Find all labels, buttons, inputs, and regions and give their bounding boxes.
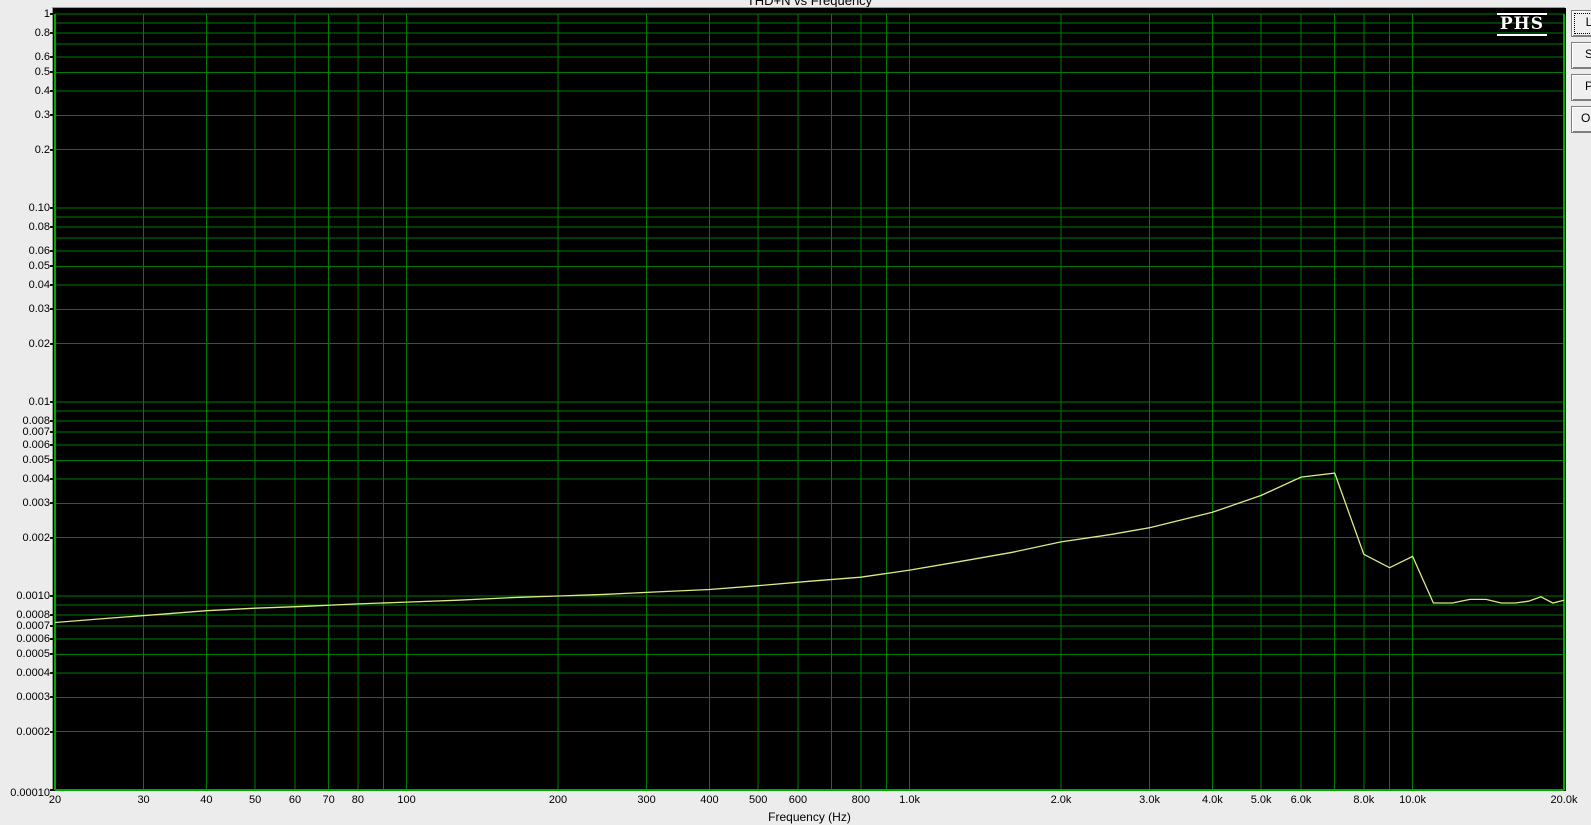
- side-button-4[interactable]: Op: [1571, 106, 1591, 133]
- x-tick-label: 800: [851, 794, 870, 806]
- x-tick-label: 500: [748, 794, 768, 806]
- y-axis-tick: [50, 431, 54, 434]
- y-axis-tick: [50, 459, 54, 462]
- y-tick-label: 0.0006: [16, 633, 50, 646]
- y-axis-tick: [50, 789, 54, 791]
- y-axis-tick: [50, 478, 54, 481]
- x-tick-label: 600: [788, 794, 808, 806]
- x-tick-label: 3.0k: [1139, 794, 1160, 806]
- phs-logo: PHS: [1496, 13, 1547, 36]
- y-tick-label: 0.0007: [16, 620, 50, 633]
- y-axis-tick: [50, 114, 54, 117]
- y-axis-tick: [50, 696, 54, 699]
- y-axis-tick: [50, 672, 54, 675]
- x-tick-label: 300: [637, 794, 656, 806]
- y-tick-label: 0.05: [28, 260, 50, 273]
- y-tick-label: 0.0008: [16, 608, 50, 621]
- x-tick-label: 40: [200, 794, 213, 806]
- y-tick-label: 0.5: [34, 66, 50, 79]
- x-tick-label: 30: [137, 794, 150, 806]
- y-axis-tick: [50, 90, 54, 93]
- x-tick-label: 1.0k: [899, 794, 920, 806]
- y-tick-label: 0.04: [28, 279, 50, 292]
- chart-title: THD+N vs Frequency: [746, 0, 873, 8]
- y-axis-tick: [50, 71, 54, 74]
- side-button-3[interactable]: P: [1571, 74, 1591, 101]
- y-tick-label: 0.008: [22, 414, 50, 427]
- y-axis-tick: [50, 265, 54, 268]
- y-tick-label: 0.08: [28, 220, 50, 233]
- x-tick-label: 20: [48, 794, 62, 806]
- x-tick-label: 6.0k: [1290, 794, 1312, 806]
- y-tick-label: 0.4: [34, 85, 50, 98]
- y-tick-label: 0.0010: [16, 590, 50, 602]
- plot-area: PHS: [53, 8, 1566, 791]
- y-tick-label: 1: [43, 8, 50, 20]
- y-tick-label: 0.06: [28, 245, 50, 258]
- x-tick-label: 20.0k: [1550, 794, 1578, 806]
- y-axis-tick: [50, 342, 54, 345]
- x-tick-label: 10.0k: [1399, 794, 1427, 806]
- x-tick-label: 80: [351, 794, 364, 806]
- y-axis-tick: [50, 207, 54, 209]
- x-tick-label: 400: [700, 794, 719, 806]
- y-tick-label: 0.6: [34, 51, 50, 64]
- x-tick-label: 5.0k: [1250, 794, 1272, 806]
- y-axis-tick: [50, 730, 54, 733]
- y-axis-tick: [50, 419, 54, 422]
- y-tick-label: 0.0004: [16, 667, 50, 680]
- x-tick-label: 4.0k: [1202, 794, 1223, 806]
- y-axis-tick: [50, 625, 54, 628]
- y-axis-tick: [50, 56, 54, 59]
- y-axis-tick: [50, 613, 54, 616]
- side-button-panel: LSP Op: [1571, 10, 1591, 138]
- y-tick-label: 0.005: [22, 454, 50, 467]
- y-tick-label: 0.3: [34, 109, 50, 122]
- y-axis-tick: [50, 444, 54, 447]
- y-tick-label: 0.007: [22, 426, 50, 439]
- app-window: THD+N vs Frequency PHS 1 0.8 0.6 0.5 0.4 0.3 0…: [0, 0, 1591, 825]
- y-axis-tick: [50, 653, 54, 656]
- y-axis-tick: [50, 250, 54, 253]
- y-tick-label: 0.10: [28, 202, 50, 214]
- y-axis-tick: [50, 308, 54, 311]
- y-axis-tick: [50, 401, 54, 403]
- y-tick-label: 0.02: [28, 337, 50, 350]
- y-axis-tick: [50, 284, 54, 287]
- x-tick-label: 50: [249, 794, 262, 806]
- x-tick-label: 200: [548, 794, 568, 806]
- y-tick-label: 0.03: [28, 303, 50, 316]
- y-tick-label: 0.004: [22, 473, 50, 486]
- y-axis-tick: [50, 225, 54, 228]
- y-axis-tick: [50, 638, 54, 641]
- y-tick-label: 0.0003: [16, 691, 50, 704]
- y-axis-tick: [50, 595, 54, 597]
- y-tick-label: 0.0005: [16, 648, 50, 661]
- chart-canvas: [54, 13, 1565, 791]
- y-axis-tick: [50, 13, 54, 15]
- y-tick-label: 0.002: [22, 531, 50, 544]
- side-button-2[interactable]: S: [1571, 42, 1591, 69]
- y-axis-tick: [50, 31, 54, 34]
- side-button-1[interactable]: L: [1571, 10, 1591, 37]
- y-tick-label: 0.01: [28, 396, 50, 408]
- y-axis-tick: [50, 536, 54, 539]
- x-tick-label: 8.0k: [1353, 794, 1375, 806]
- y-tick-label: 0.003: [22, 497, 50, 510]
- thdn-trace: [54, 472, 1565, 624]
- y-axis-tick: [50, 148, 54, 151]
- x-tick-label: 2.0k: [1050, 794, 1072, 806]
- y-tick-label: 0.0002: [16, 725, 50, 738]
- x-tick-label: 100: [397, 794, 416, 806]
- x-axis-title: Frequency (Hz): [768, 810, 851, 824]
- y-tick-label: 0.2: [34, 143, 50, 156]
- y-tick-label: 0.8: [34, 26, 50, 39]
- y-tick-label: 0.006: [22, 439, 50, 452]
- y-axis-tick: [50, 502, 54, 505]
